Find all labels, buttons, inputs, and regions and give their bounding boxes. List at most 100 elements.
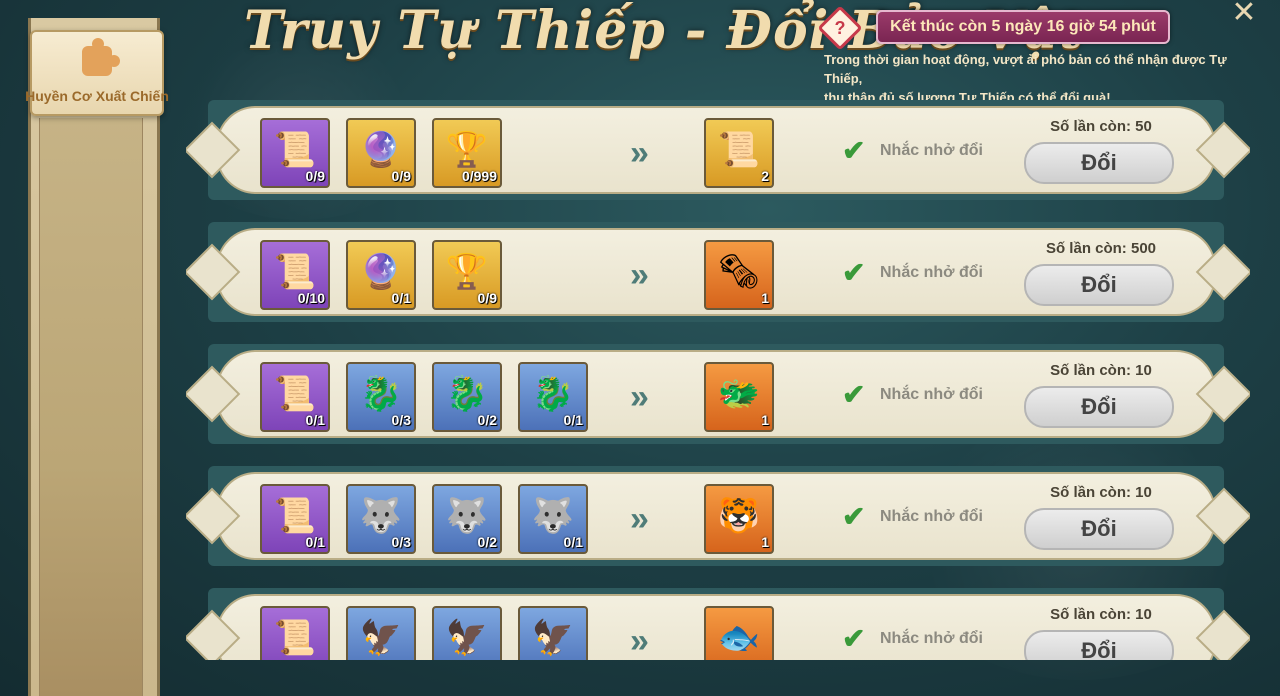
required-item[interactable]: 📜 0/9 bbox=[260, 118, 330, 188]
remaining-count: Số lần còn: 10 bbox=[1050, 484, 1152, 501]
sidebar-tab-label: Huyền Cơ Xuất Chiến bbox=[25, 88, 169, 104]
scroll-icon: 📜 bbox=[273, 131, 317, 169]
required-item[interactable]: 🦅 bbox=[432, 606, 502, 660]
required-item[interactable]: 🦅 bbox=[518, 606, 588, 660]
chalice-icon: 🏆 bbox=[445, 131, 489, 169]
golden-dragon-icon: 🐉 bbox=[359, 375, 403, 413]
check-icon[interactable]: ✔ bbox=[842, 624, 865, 654]
golden-dragon-icon: 🐉 bbox=[445, 375, 489, 413]
required-item[interactable]: 🐉 0/3 bbox=[346, 362, 416, 432]
required-item[interactable]: 🐉 0/2 bbox=[432, 362, 502, 432]
item-count: 0/9 bbox=[477, 290, 497, 306]
phoenix-beast-icon: 🦅 bbox=[359, 619, 403, 657]
phoenix-beast-icon: 🦅 bbox=[445, 619, 489, 657]
exchange-button[interactable]: Đổi bbox=[1024, 264, 1174, 306]
remind-label[interactable]: Nhắc nhở đổi bbox=[880, 386, 983, 404]
sidebar-tab-huyen-co-xuat-chien[interactable]: Huyền Cơ Xuất Chiến bbox=[25, 30, 169, 116]
scroll-icon: 📜 bbox=[273, 253, 317, 291]
reward-item[interactable]: 📜 2 bbox=[704, 118, 774, 188]
check-icon[interactable]: ✔ bbox=[842, 502, 865, 532]
item-count: 0/3 bbox=[391, 534, 411, 550]
phoenix-beast-icon: 🦅 bbox=[531, 619, 575, 657]
exchange-row: 📜 0/10 🔮 0/1 🏆 0/9» 🗞 1 ✔ Nhắc nhở đổi Số lần còn:… bbox=[186, 222, 1250, 322]
required-item[interactable]: 📜 0/1 bbox=[260, 484, 330, 554]
arrow-icon: » bbox=[630, 134, 649, 172]
item-count: 0/10 bbox=[297, 290, 325, 306]
required-item[interactable]: 🐉 0/1 bbox=[518, 362, 588, 432]
reward-item[interactable]: 🐯 1 bbox=[704, 484, 774, 554]
check-icon[interactable]: ✔ bbox=[842, 136, 865, 166]
scroll-icon: 📜 bbox=[273, 619, 317, 657]
event-description: Trong thời gian hoạt động, vượt ải phó b… bbox=[824, 50, 1234, 107]
exchange-button[interactable]: Đổi bbox=[1024, 630, 1174, 660]
reward-item[interactable]: 🐲 1 bbox=[704, 362, 774, 432]
exchange-button[interactable]: Đổi bbox=[1024, 386, 1174, 428]
reward-count: 1 bbox=[761, 412, 769, 428]
item-count: 0/9 bbox=[305, 168, 325, 184]
required-item[interactable]: 🦅 bbox=[346, 606, 416, 660]
required-item[interactable]: 📜 0/1 bbox=[260, 362, 330, 432]
dark-dragon-icon: 🐲 bbox=[717, 375, 761, 413]
item-count: 0/1 bbox=[391, 290, 411, 306]
required-item[interactable]: 🔮 0/1 bbox=[346, 240, 416, 310]
item-count: 0/1 bbox=[563, 412, 583, 428]
golden-dragon-icon: 🐉 bbox=[531, 375, 575, 413]
required-item[interactable]: 🔮 0/9 bbox=[346, 118, 416, 188]
chalice-icon: 🏆 bbox=[445, 253, 489, 291]
exchange-row: 📜 🦅 🦅 🦅 » 🐟 ✔ Nhắc nhở đổi Số lần còn: 10 Đổi bbox=[186, 588, 1250, 660]
remind-label[interactable]: Nhắc nhở đổi bbox=[880, 508, 983, 526]
exchange-button[interactable]: Đổi bbox=[1024, 508, 1174, 550]
check-icon[interactable]: ✔ bbox=[842, 380, 865, 410]
item-count: 0/1 bbox=[305, 412, 325, 428]
dark-beast-icon: 🐺 bbox=[531, 497, 575, 535]
check-icon[interactable]: ✔ bbox=[842, 258, 865, 288]
arrow-icon: » bbox=[630, 378, 649, 416]
exchange-button[interactable]: Đổi bbox=[1024, 142, 1174, 184]
reward-item[interactable]: 🗞 1 bbox=[704, 240, 774, 310]
exchange-row: 📜 0/1 🐺 0/3 🐺 0/2 🐺 0/1» 🐯 1 ✔ Nhắc nhở đổi Số lần c… bbox=[186, 466, 1250, 566]
remind-label[interactable]: Nhắc nhở đổi bbox=[880, 264, 983, 282]
remaining-count: Số lần còn: 10 bbox=[1050, 362, 1152, 379]
item-count: 0/2 bbox=[477, 412, 497, 428]
remaining-count: Số lần còn: 10 bbox=[1050, 606, 1152, 623]
item-count: 0/1 bbox=[305, 534, 325, 550]
required-item[interactable]: 🐺 0/2 bbox=[432, 484, 502, 554]
required-item[interactable]: 📜 0/10 bbox=[260, 240, 330, 310]
item-count: 0/3 bbox=[391, 412, 411, 428]
reward-item[interactable]: 🐟 bbox=[704, 606, 774, 660]
event-timer: Kết thúc còn 5 ngày 16 giờ 54 phút bbox=[876, 10, 1170, 44]
remaining-count: Số lần còn: 50 bbox=[1050, 118, 1152, 135]
scroll-icon: 📜 bbox=[273, 497, 317, 535]
white-tiger-icon: 🐯 bbox=[717, 497, 761, 535]
azure-beast-icon: 🐟 bbox=[717, 619, 761, 657]
exchange-row: 📜 0/1 🐉 0/3 🐉 0/2 🐉 0/1» 🐲 1 ✔ Nhắc nhở đổi Số lần c… bbox=[186, 344, 1250, 444]
scroll-icon: 📜 bbox=[273, 375, 317, 413]
required-item[interactable]: 🐺 0/3 bbox=[346, 484, 416, 554]
arrow-icon: » bbox=[630, 256, 649, 294]
arrow-icon: » bbox=[630, 622, 649, 660]
description-line: Trong thời gian hoạt động, vượt ải phó b… bbox=[824, 52, 1227, 86]
reward-count: 2 bbox=[761, 168, 769, 184]
close-button[interactable]: ✕ bbox=[1222, 0, 1266, 30]
dark-beast-icon: 🐺 bbox=[445, 497, 489, 535]
dark-beast-icon: 🐺 bbox=[359, 497, 403, 535]
golden-scroll-icon: 📜 bbox=[717, 131, 761, 169]
exchange-list[interactable]: 📜 0/9 🔮 0/9 🏆 0/999» 📜 2 ✔ Nhắc nhở đổi Số lần còn… bbox=[186, 100, 1250, 660]
required-item[interactable]: 🏆 0/999 bbox=[432, 118, 502, 188]
item-count: 0/2 bbox=[477, 534, 497, 550]
remaining-count: Số lần còn: 500 bbox=[1045, 240, 1157, 257]
reward-count: 1 bbox=[761, 290, 769, 306]
required-item[interactable]: 🏆 0/9 bbox=[432, 240, 502, 310]
dragon-orb-icon: 🔮 bbox=[359, 131, 403, 169]
item-count: 0/1 bbox=[563, 534, 583, 550]
reward-count: 1 bbox=[761, 534, 769, 550]
dragon-orb-icon: 🔮 bbox=[359, 253, 403, 291]
remind-label[interactable]: Nhắc nhở đổi bbox=[880, 630, 983, 648]
exchange-row: 📜 0/9 🔮 0/9 🏆 0/999» 📜 2 ✔ Nhắc nhở đổi Số lần còn… bbox=[186, 100, 1250, 200]
required-item[interactable]: 📜 bbox=[260, 606, 330, 660]
arrow-icon: » bbox=[630, 500, 649, 538]
required-item[interactable]: 🐺 0/1 bbox=[518, 484, 588, 554]
sidebar-panel bbox=[39, 118, 143, 696]
remind-label[interactable]: Nhắc nhở đổi bbox=[880, 142, 983, 160]
item-count: 0/999 bbox=[461, 168, 497, 184]
